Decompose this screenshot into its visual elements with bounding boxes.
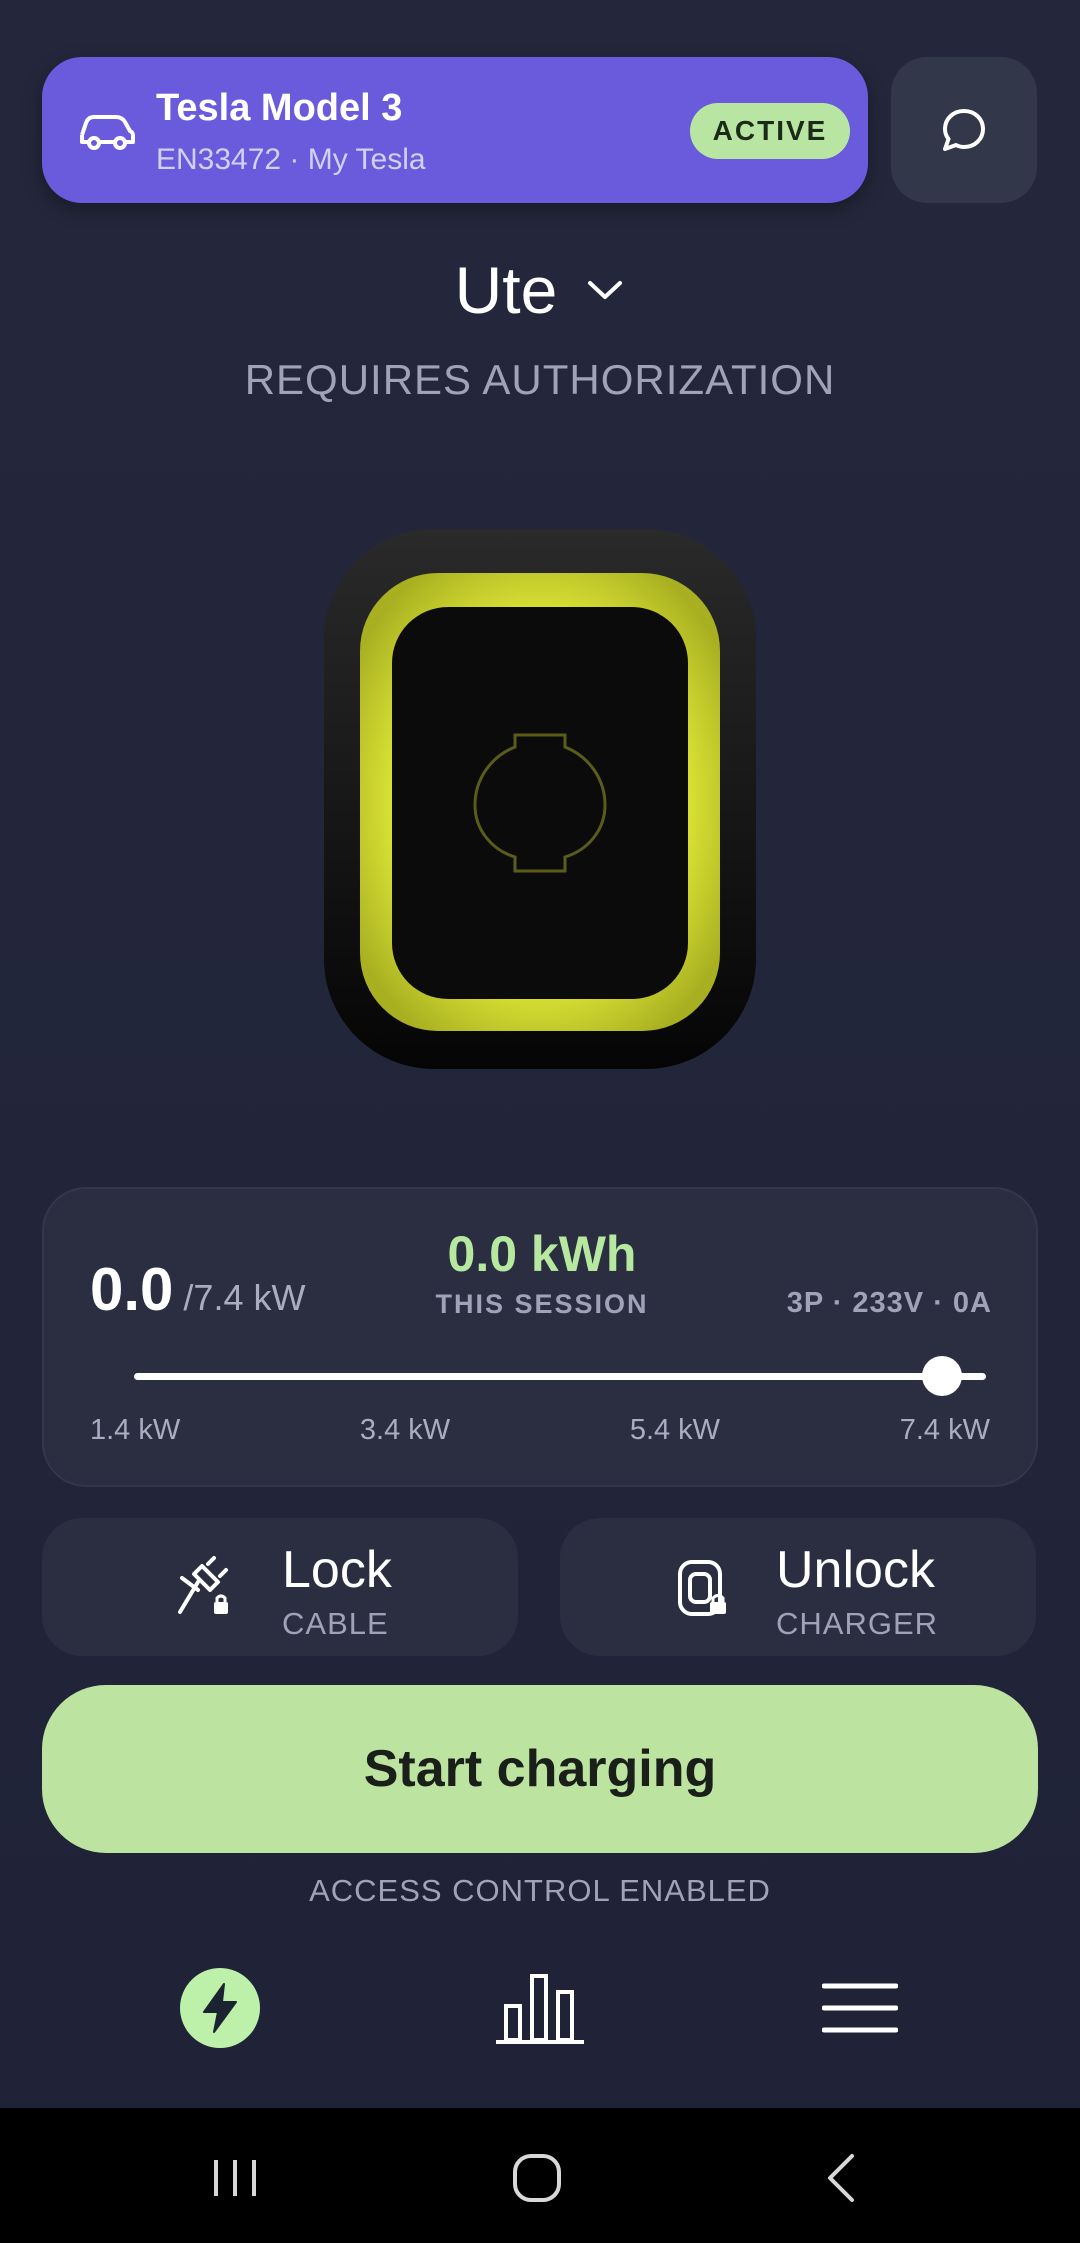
power-slider-track[interactable] <box>134 1373 986 1380</box>
cable-lock-icon <box>178 1556 228 1614</box>
power-panel: 0.0 /7.4 kW 0.0 kWh THIS SESSION 3P · 23… <box>42 1187 1038 1487</box>
system-nav-bar <box>0 2108 1080 2243</box>
charger-status: REQUIRES AUTHORIZATION <box>244 356 836 403</box>
phase-info: 3P · 233V · 0A <box>786 1287 992 1319</box>
slider-label: 1.4 kW <box>90 1414 181 1446</box>
chevron-down-icon <box>588 281 623 299</box>
lock-subtitle: CABLE <box>282 1606 389 1641</box>
tab-menu[interactable] <box>810 1958 910 2058</box>
app-screen: Tesla Model 3 EN33472 · My Tesla ACTIVE … <box>0 0 1080 2243</box>
status-badge: ACTIVE <box>690 103 850 159</box>
car-icon <box>80 115 135 150</box>
session-energy: 0.0 kWh <box>447 1226 637 1282</box>
vehicle-name: Tesla Model 3 <box>156 87 403 129</box>
slider-label: 3.4 kW <box>359 1414 451 1446</box>
charger-name: Ute <box>454 253 558 327</box>
bottom-nav <box>0 1950 1080 2060</box>
back-icon <box>828 2154 854 2202</box>
power-slider-labels: 1.4 kW 3.4 kW 5.4 kW 7.4 kW <box>90 1414 990 1447</box>
recents-icon <box>214 2160 256 2196</box>
charger-selector[interactable]: Ute <box>0 252 1080 328</box>
vehicle-subtitle: EN33472 · My Tesla <box>156 143 426 176</box>
start-charging-button[interactable]: Start charging <box>42 1685 1038 1853</box>
home-icon <box>513 2154 561 2202</box>
unlock-title: Unlock <box>776 1541 935 1599</box>
recents-button[interactable] <box>195 2138 275 2218</box>
chat-bubble-icon <box>943 109 985 151</box>
charger-lock-icon <box>678 1560 726 1616</box>
tab-statistics[interactable] <box>490 1958 590 2058</box>
lightning-icon <box>203 1983 237 2033</box>
unlock-charger-button[interactable]: Unlock CHARGER <box>560 1518 1036 1656</box>
bar-chart-icon <box>496 1974 584 2044</box>
chat-button[interactable] <box>891 57 1037 203</box>
hamburger-menu-icon <box>822 1983 898 2033</box>
power-slider-handle[interactable] <box>922 1356 962 1396</box>
unlock-subtitle: CHARGER <box>776 1606 939 1641</box>
tab-charge-active-indicator <box>180 1968 260 2048</box>
charger-illustration <box>324 529 756 1069</box>
back-button[interactable] <box>800 2138 880 2218</box>
access-control-note: ACCESS CONTROL ENABLED <box>309 1873 771 1908</box>
home-button[interactable] <box>497 2138 577 2218</box>
slider-label: 5.4 kW <box>629 1414 721 1446</box>
lock-cable-button[interactable]: Lock CABLE <box>42 1518 518 1656</box>
slider-label: 7.4 kW <box>899 1414 990 1446</box>
vehicle-card[interactable]: Tesla Model 3 EN33472 · My Tesla ACTIVE <box>42 57 868 203</box>
tab-charge[interactable] <box>170 1958 270 2058</box>
lock-title: Lock <box>282 1541 392 1599</box>
